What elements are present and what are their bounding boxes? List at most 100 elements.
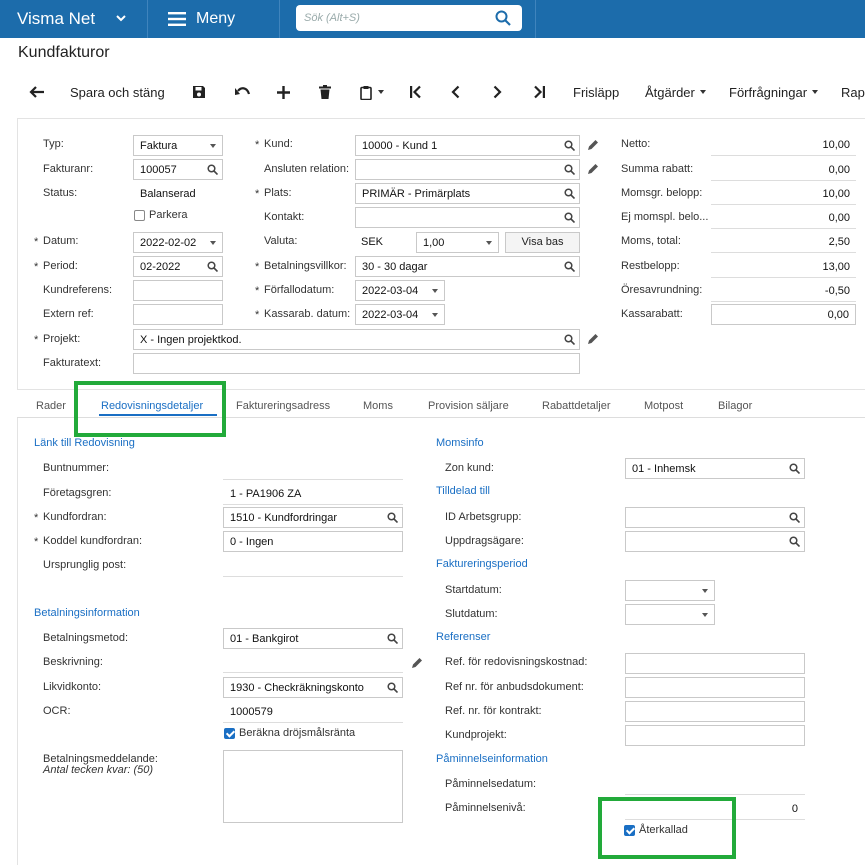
project-field[interactable]: X - Ingen projektkod. xyxy=(133,329,580,350)
due-date-value: 2022-03-04 xyxy=(362,285,419,297)
pencil-icon[interactable] xyxy=(411,657,423,669)
search-icon[interactable] xyxy=(564,261,575,272)
location-field[interactable]: PRIMÄR - Primärplats xyxy=(355,183,580,204)
zone-field[interactable]: 01 - Inhemsk xyxy=(625,458,805,479)
tab-motpost[interactable]: Motpost xyxy=(644,400,683,412)
search-icon[interactable] xyxy=(789,463,800,474)
invoice-header-form: Typ: Faktura Fakturanr: 100057 Status: B… xyxy=(17,118,865,390)
first-record-button[interactable] xyxy=(409,76,422,108)
batch-value-line xyxy=(223,479,403,480)
ref-contract-field[interactable] xyxy=(625,701,805,722)
tab-provision-saljare[interactable]: Provision säljare xyxy=(428,400,509,412)
start-date-field[interactable] xyxy=(625,580,715,601)
workgroup-field[interactable] xyxy=(625,507,805,528)
copy-paste-menu[interactable] xyxy=(360,76,384,108)
due-date-label: Förfallodatum: xyxy=(264,284,335,296)
invoice-text-field[interactable] xyxy=(133,353,580,374)
search-input[interactable]: Sök (Alt+S) xyxy=(296,5,522,31)
assigned-section-title: Tilldelad till xyxy=(436,485,491,497)
end-date-field[interactable] xyxy=(625,604,715,625)
tab-faktureringsadress[interactable]: Faktureringsadress xyxy=(236,400,330,412)
owner-field[interactable] xyxy=(625,531,805,552)
payment-message-textarea[interactable] xyxy=(223,750,403,823)
cash-discount-date-value: 2022-03-04 xyxy=(362,309,419,321)
caret-down-icon xyxy=(210,144,216,148)
ar-sub-field[interactable]: 0 - Ingen xyxy=(223,531,403,552)
external-ref-label: Extern ref: xyxy=(43,308,94,320)
search-icon[interactable] xyxy=(207,261,218,272)
external-ref-field[interactable] xyxy=(133,304,223,325)
search-icon[interactable] xyxy=(564,334,575,345)
invoice-no-field[interactable]: 100057 xyxy=(133,159,223,180)
inquiries-menu[interactable]: Förfrågningar xyxy=(729,76,819,108)
reports-menu[interactable]: Rap xyxy=(841,76,865,108)
last-record-button[interactable] xyxy=(533,76,546,108)
pay-method-field[interactable]: 01 - Bankgirot xyxy=(223,628,403,649)
search-icon[interactable] xyxy=(387,512,398,523)
search-icon[interactable] xyxy=(564,212,575,223)
required-mark: * xyxy=(34,261,39,273)
refs-section-title: Referenser xyxy=(436,631,491,643)
reminder-level-label: Påminnelsenivå: xyxy=(445,802,526,814)
customer-field[interactable]: 10000 - Kund 1 xyxy=(355,135,580,156)
cash-discount-date-field[interactable]: 2022-03-04 xyxy=(355,304,445,325)
cash-account-field[interactable]: 1930 - Checkräkningskonto xyxy=(223,677,403,698)
required-mark: * xyxy=(255,188,260,200)
save-button[interactable] xyxy=(192,76,206,108)
zone-label: Zon kund: xyxy=(445,462,494,474)
description-value-line xyxy=(223,672,403,673)
tab-bilagor[interactable]: Bilagor xyxy=(718,400,752,412)
pencil-icon[interactable] xyxy=(587,139,599,151)
ref-cost-field[interactable] xyxy=(625,653,805,674)
search-icon[interactable] xyxy=(387,633,398,644)
back-button[interactable] xyxy=(29,76,45,108)
hold-label: Parkera xyxy=(149,209,188,221)
tab-rabattdetaljer[interactable]: Rabattdetaljer xyxy=(542,400,611,412)
period-field[interactable]: 02-2022 xyxy=(133,256,223,277)
previous-record-button[interactable] xyxy=(451,76,460,108)
search-icon[interactable] xyxy=(494,9,512,27)
ar-account-field[interactable]: 1510 - Kundfordringar xyxy=(223,507,403,528)
contact-field[interactable] xyxy=(355,207,580,228)
type-select[interactable]: Faktura xyxy=(133,135,223,156)
add-button[interactable] xyxy=(277,76,290,108)
save-close-button[interactable]: Spara och stäng xyxy=(70,76,165,108)
search-icon[interactable] xyxy=(207,164,218,175)
pencil-icon[interactable] xyxy=(587,333,599,345)
cash-discount-field[interactable]: 0,00 xyxy=(711,304,856,325)
invoice-no-label: Fakturanr: xyxy=(43,163,94,175)
undo-button[interactable] xyxy=(235,76,251,108)
search-icon[interactable] xyxy=(789,512,800,523)
related-field[interactable] xyxy=(355,159,580,180)
orig-doc-value-line xyxy=(223,576,403,577)
delete-button[interactable] xyxy=(319,76,331,108)
hold-checkbox[interactable] xyxy=(134,210,145,221)
late-interest-checkbox[interactable] xyxy=(224,728,235,739)
period-value: 02-2022 xyxy=(140,261,181,273)
actions-menu[interactable]: Åtgärder xyxy=(645,76,706,108)
search-icon[interactable] xyxy=(564,188,575,199)
tab-rader[interactable]: Rader xyxy=(36,400,66,412)
terms-field[interactable]: 30 - 30 dagar xyxy=(355,256,580,277)
customer-project-field[interactable] xyxy=(625,725,805,746)
due-date-field[interactable]: 2022-03-04 xyxy=(355,280,445,301)
currency-rate-select[interactable]: 1,00 xyxy=(416,232,499,253)
search-icon[interactable] xyxy=(564,164,575,175)
tab-moms[interactable]: Moms xyxy=(363,400,393,412)
brand-switcher[interactable]: Visma Net xyxy=(0,0,148,38)
search-icon[interactable] xyxy=(789,536,800,547)
chevron-left-icon xyxy=(451,85,460,99)
search-icon[interactable] xyxy=(387,682,398,693)
release-button[interactable]: Frisläpp xyxy=(573,76,619,108)
customer-ref-field[interactable] xyxy=(133,280,223,301)
show-base-button[interactable]: Visa bas xyxy=(505,232,580,253)
reminder-date-label: Påminnelsedatum: xyxy=(445,778,537,790)
pencil-icon[interactable] xyxy=(587,163,599,175)
main-menu-button[interactable]: Meny xyxy=(148,0,280,38)
highlight-box-recalled xyxy=(598,797,736,859)
ref-quote-field[interactable] xyxy=(625,677,805,698)
branch-label: Företagsgren: xyxy=(43,487,112,499)
search-icon[interactable] xyxy=(564,140,575,151)
next-record-button[interactable] xyxy=(493,76,502,108)
date-field[interactable]: 2022-02-02 xyxy=(133,232,223,253)
